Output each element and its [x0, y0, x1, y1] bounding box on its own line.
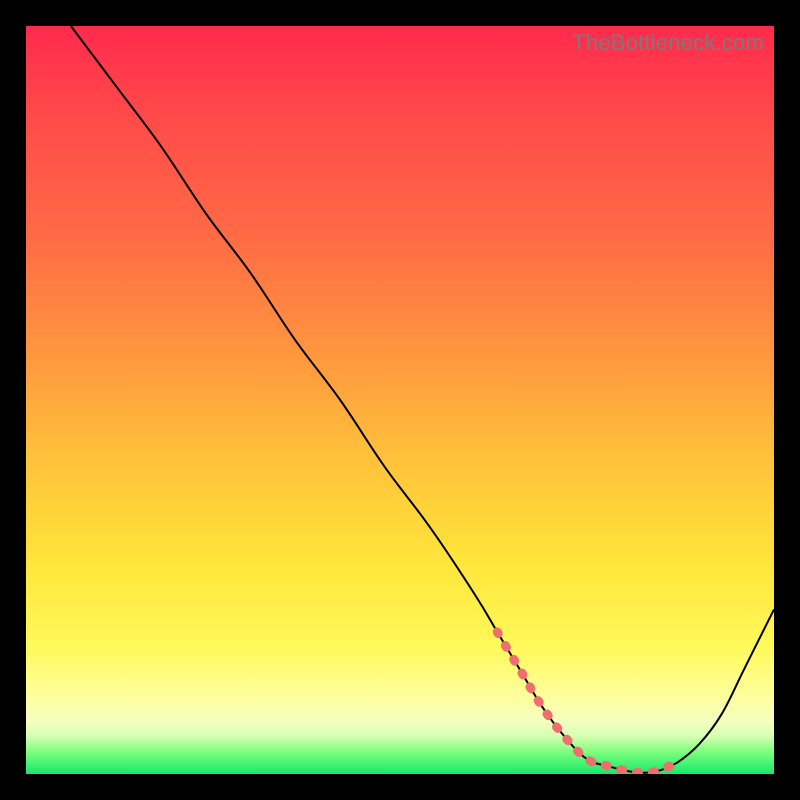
sweet-spot-segment [497, 632, 677, 773]
chart-container: TheBottleneck.com [0, 0, 800, 800]
plot-area: TheBottleneck.com [26, 26, 774, 774]
bottleneck-curve [26, 26, 774, 774]
main-curve-path [71, 26, 774, 773]
